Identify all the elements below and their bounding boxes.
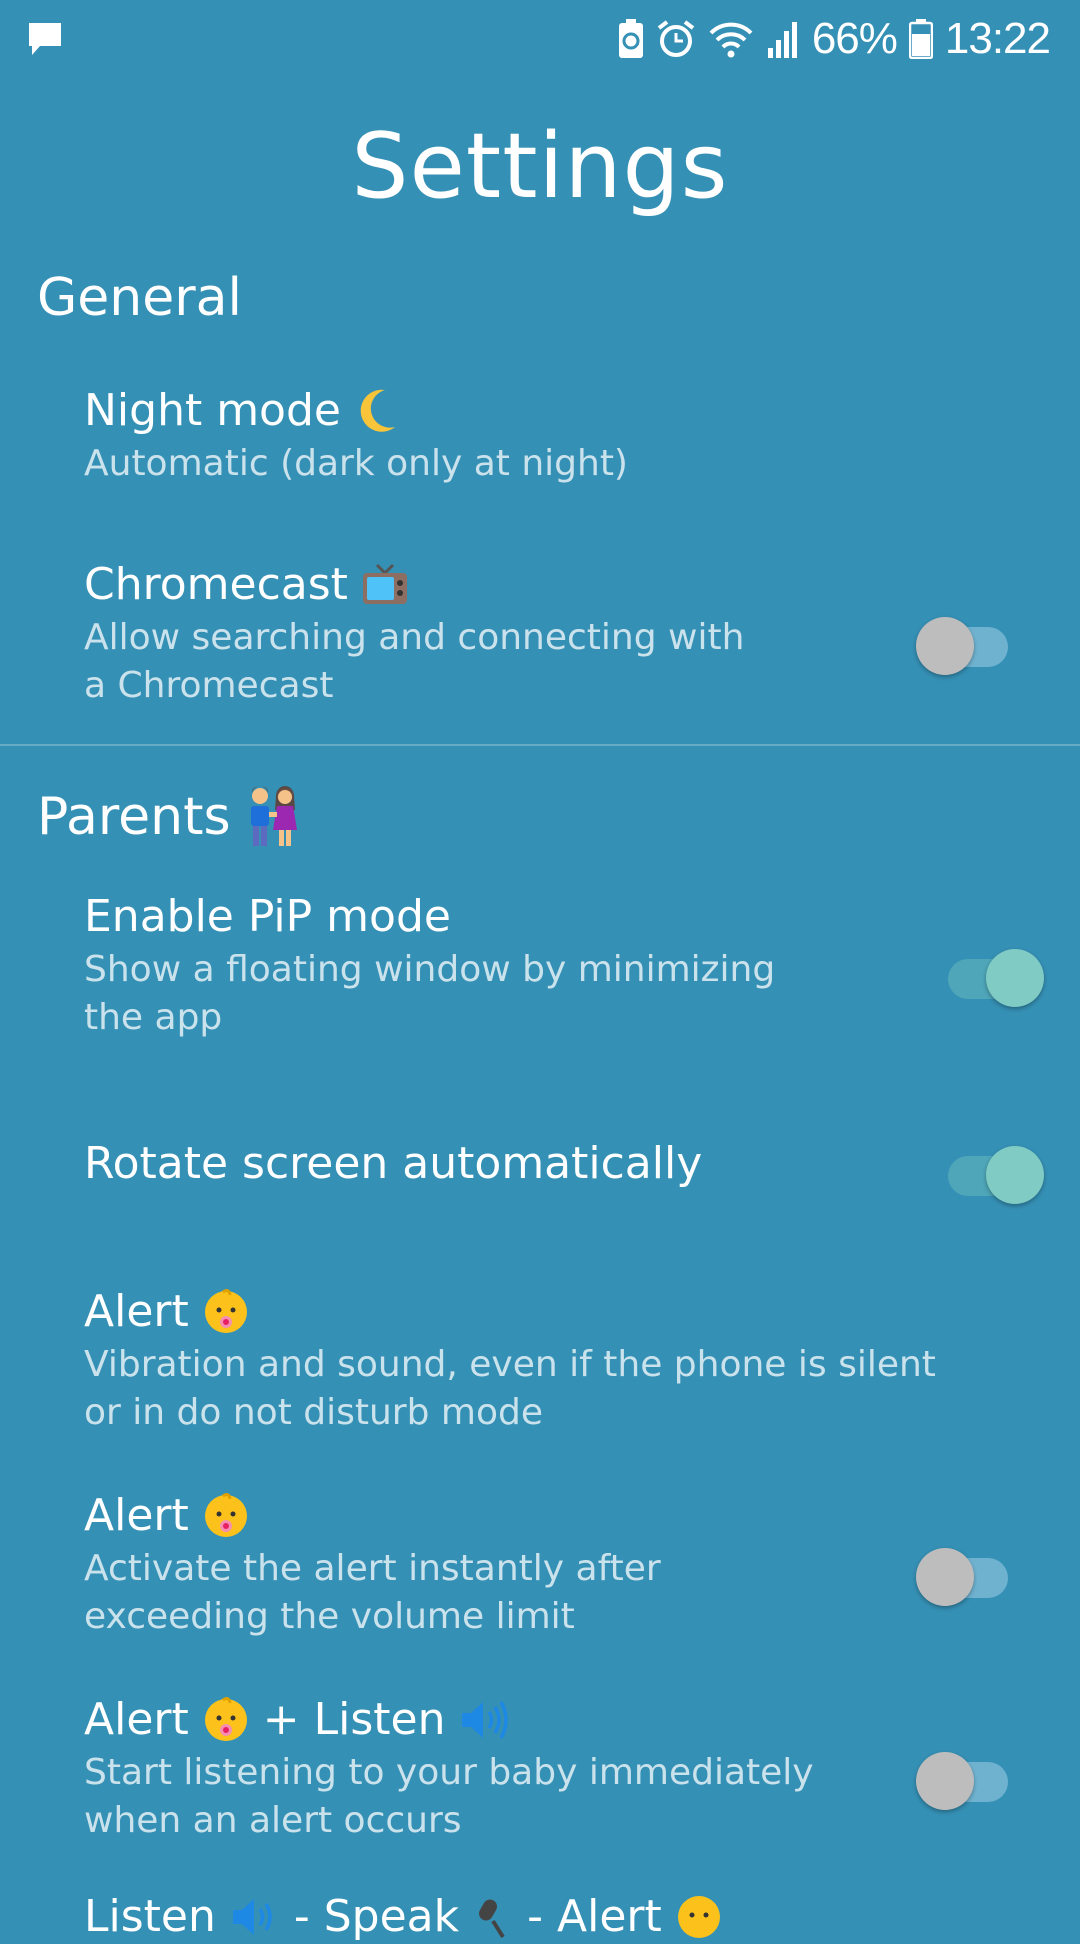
couple-icon <box>250 786 297 846</box>
pref-night-mode[interactable]: Night mode Automatic (dark only at night… <box>84 384 1080 488</box>
switch-thumb <box>916 1548 974 1606</box>
section-heading-general: General <box>37 266 242 330</box>
pref-pip-mode-title: Enable PiP mode <box>84 891 451 942</box>
television-icon <box>362 563 407 604</box>
section-heading-parents-label: Parents <box>37 787 231 847</box>
pref-alert-vibration[interactable]: Alert Vibration and sound, even if the p… <box>84 1285 1080 1437</box>
switch-thumb <box>916 1752 974 1810</box>
pip-mode-switch[interactable] <box>934 939 1044 1009</box>
alert-listen-switch[interactable] <box>910 1742 1020 1812</box>
status-right: 66% 13:22 <box>618 14 1051 64</box>
pref-rotate-screen-title: Rotate screen automatically <box>84 1138 703 1189</box>
alarm-icon <box>657 20 695 57</box>
pref-pip-mode-summary: Show a floating window by minimizing the… <box>84 949 776 1038</box>
rotate-screen-switch[interactable] <box>934 1136 1044 1206</box>
pref-alert-instant-title-row: Alert <box>84 1489 1080 1543</box>
status-left <box>26 20 64 62</box>
section-heading-general-label: General <box>37 268 242 328</box>
pref-night-mode-title-row: Night mode <box>84 384 1080 438</box>
switch-thumb <box>916 617 974 675</box>
switch-thumb <box>986 949 1044 1007</box>
baby-icon <box>204 1289 247 1333</box>
pref-alert-listen-title-part2: + Listen <box>262 1694 446 1745</box>
pref-night-mode-title: Night mode <box>84 385 341 436</box>
battery-saver-icon <box>618 19 643 58</box>
pref-chromecast-title-row: Chromecast <box>84 558 1080 612</box>
chromecast-switch[interactable] <box>910 607 1020 677</box>
microphone-icon <box>479 1899 505 1939</box>
baby-icon <box>204 1493 247 1537</box>
wifi-icon <box>709 22 753 58</box>
pref-pip-mode[interactable]: Enable PiP mode Show a floating window b… <box>84 890 1080 1042</box>
baby-icon <box>204 1697 247 1741</box>
pref-alert-vibration-title: Alert <box>84 1286 189 1337</box>
pref-listen-speak-alert[interactable]: Listen - Speak - Alert <box>84 1890 1080 1944</box>
status-bar: 66% 13:22 <box>0 0 1080 78</box>
message-icon <box>29 23 61 55</box>
pref-listen-speak-alert-part2: - Speak <box>293 1891 460 1942</box>
section-divider <box>0 744 1080 746</box>
pref-chromecast-title: Chromecast <box>84 559 348 610</box>
signal-icon <box>767 22 797 58</box>
pref-listen-speak-alert-title-row: Listen - Speak - Alert <box>84 1890 1080 1944</box>
pref-listen-speak-alert-part1: Listen <box>84 1891 216 1942</box>
baby-icon <box>677 1896 720 1938</box>
battery-percent: 66% <box>811 14 898 63</box>
speaker-icon <box>462 1701 509 1739</box>
pref-alert-vibration-summary: Vibration and sound, even if the phone i… <box>84 1344 936 1433</box>
battery-icon <box>908 19 933 59</box>
pref-alert-listen-title-part1: Alert <box>84 1694 189 1745</box>
alert-instant-switch[interactable] <box>910 1538 1020 1608</box>
switch-thumb <box>986 1146 1044 1204</box>
pref-rotate-screen-title-row: Rotate screen automatically <box>84 1137 1080 1191</box>
pref-alert-listen-title-row: Alert + Listen <box>84 1693 1080 1747</box>
section-heading-parents: Parents <box>37 785 301 849</box>
pref-rotate-screen[interactable]: Rotate screen automatically <box>84 1137 1080 1191</box>
page-title: Settings <box>351 114 729 219</box>
pref-night-mode-summary: Automatic (dark only at night) <box>84 443 628 484</box>
pref-pip-mode-title-row: Enable PiP mode <box>84 890 1080 944</box>
pref-listen-speak-alert-part3: - Alert <box>527 1891 662 1942</box>
pref-alert-instant-title: Alert <box>84 1490 189 1541</box>
pref-alert-vibration-title-row: Alert <box>84 1285 1080 1339</box>
clock: 13:22 <box>944 14 1051 63</box>
crescent-moon-icon <box>360 389 395 432</box>
speaker-icon <box>232 1899 272 1935</box>
